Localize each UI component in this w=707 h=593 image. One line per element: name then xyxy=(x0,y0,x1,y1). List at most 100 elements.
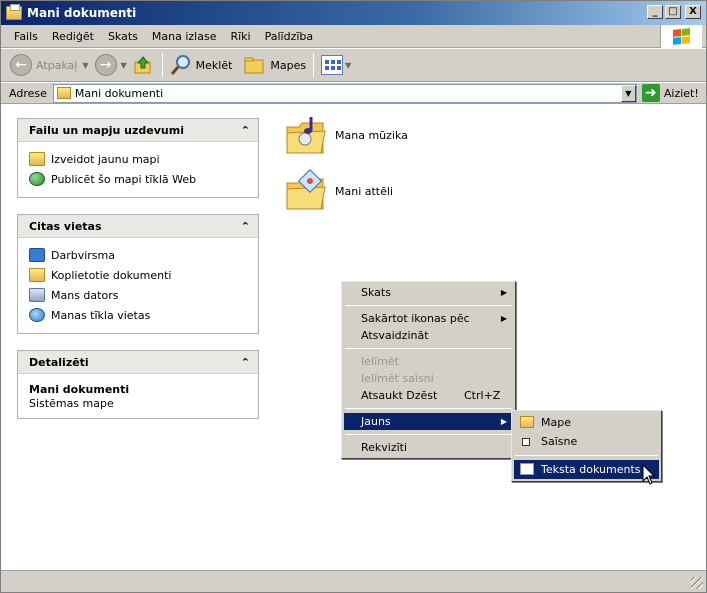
menu-item-undo-delete[interactable]: Atsaukt Dzēst Ctrl+Z xyxy=(344,387,513,404)
pane-title: Detalizēti xyxy=(29,355,89,369)
folder-icon xyxy=(6,4,22,20)
views-icon xyxy=(321,55,344,75)
details-type: Sistēmas mape xyxy=(29,397,114,410)
menu-item-properties[interactable]: Rekvizīti xyxy=(344,439,513,456)
back-arrow-icon: ← xyxy=(10,54,32,76)
menu-item-shortcut: Ctrl+Z xyxy=(464,389,501,402)
menu-file[interactable]: Fails xyxy=(7,30,45,43)
windows-flag-icon xyxy=(673,28,690,45)
my-pictures-folder[interactable]: Mani attēli xyxy=(285,169,393,213)
menu-item-label: Jauns xyxy=(361,415,391,428)
views-dropdown-icon[interactable]: ▼ xyxy=(345,61,351,70)
window-controls: _ □ X xyxy=(647,5,701,19)
new-folder-icon xyxy=(29,152,45,166)
submenu-arrow-icon: ▶ xyxy=(500,314,507,323)
submenu-item-text-document[interactable]: Teksta dokuments xyxy=(514,460,659,479)
status-bar xyxy=(1,570,706,592)
menu-item-arrange-icons[interactable]: Sakārtot ikonas pēc ▶ xyxy=(344,310,513,327)
address-input[interactable]: Mani dokumenti ▼ xyxy=(52,83,637,103)
forward-button[interactable]: → ▼ xyxy=(92,51,130,79)
menu-item-view[interactable]: Skats ▶ xyxy=(344,284,513,301)
search-icon xyxy=(170,55,190,75)
music-folder-icon xyxy=(286,117,326,154)
desktop-icon xyxy=(29,248,45,262)
link-label: Publicēt šo mapi tīklā Web xyxy=(51,172,197,186)
search-label: Meklēt xyxy=(195,58,233,72)
menu-item-label: Ielīmēt xyxy=(361,355,399,368)
title-bar[interactable]: Mani dokumenti _ □ X xyxy=(1,1,706,25)
other-places-header[interactable]: Citas vietas ⌃ xyxy=(18,215,258,238)
context-menu: Skats ▶ Sakārtot ikonas pēc ▶ Atsvaidzin… xyxy=(341,281,516,459)
my-music-folder[interactable]: Mana mūzika xyxy=(285,113,408,157)
go-arrow-icon: ➜ xyxy=(641,84,660,102)
back-dropdown-icon[interactable]: ▼ xyxy=(82,61,88,70)
folders-icon xyxy=(244,57,264,74)
menu-tools[interactable]: Rīki xyxy=(223,30,257,43)
details-name: Mani dokumenti xyxy=(29,383,130,396)
address-dropdown-icon[interactable]: ▼ xyxy=(620,84,636,102)
folder-icon xyxy=(56,87,71,99)
collapse-chevron-icon[interactable]: ⌃ xyxy=(241,124,250,137)
submenu-arrow-icon: ▶ xyxy=(500,417,507,426)
item-label: Mana mūzika xyxy=(335,128,408,142)
pictures-folder-icon xyxy=(286,169,326,210)
folder-icon xyxy=(29,268,45,282)
menu-item-label: Skats xyxy=(361,286,391,299)
maximize-button[interactable]: □ xyxy=(665,5,681,19)
collapse-chevron-icon[interactable]: ⌃ xyxy=(241,220,250,233)
menu-help[interactable]: Palīdzība xyxy=(258,30,321,43)
toolbar-separator xyxy=(313,53,315,77)
forward-dropdown-icon[interactable]: ▼ xyxy=(121,61,127,70)
menu-item-label: Ielīmēt saīsni xyxy=(361,372,434,385)
forward-arrow-icon: → xyxy=(94,54,117,76)
submenu-arrow-icon: ▶ xyxy=(500,288,507,297)
menu-view[interactable]: Skats xyxy=(101,30,145,43)
search-button[interactable]: Meklēt xyxy=(167,51,236,79)
file-tasks-pane: Failu un mapju uzdevumi ⌃ Izveidot jaunu… xyxy=(17,118,259,198)
go-button[interactable]: ➜ Aiziet! xyxy=(641,84,699,102)
address-bar: Adrese Mani dokumenti ▼ ➜ Aiziet! xyxy=(1,83,706,104)
file-tasks-header[interactable]: Failu un mapju uzdevumi ⌃ xyxy=(18,119,258,142)
submenu-item-folder[interactable]: Mape xyxy=(514,413,659,432)
pane-title: Citas vietas xyxy=(29,219,102,233)
new-folder-link[interactable]: Izveidot jaunu mapi xyxy=(29,149,247,169)
submenu-item-label: Saīsne xyxy=(541,435,578,448)
publish-web-link[interactable]: Publicēt šo mapi tīklā Web xyxy=(29,169,247,189)
desktop-link[interactable]: Darbvirsma xyxy=(29,245,247,265)
menu-item-label: Atsvaidzināt xyxy=(361,329,429,342)
window-title: Mani dokumenti xyxy=(27,6,137,20)
views-button[interactable]: ▼ xyxy=(318,51,354,79)
close-button[interactable]: X xyxy=(685,5,701,19)
folders-button[interactable]: Mapes xyxy=(241,51,309,79)
menu-edit[interactable]: Rediģēt xyxy=(45,30,101,43)
menu-item-new[interactable]: Jauns ▶ xyxy=(344,413,513,430)
up-button[interactable] xyxy=(130,51,158,79)
minimize-button[interactable]: _ xyxy=(647,5,663,19)
my-computer-link[interactable]: Mans dators xyxy=(29,285,247,305)
menu-item-paste-shortcut: Ielīmēt saīsni xyxy=(344,370,513,387)
menu-item-label: Atsaukt Dzēst xyxy=(361,389,438,402)
menu-separator xyxy=(515,455,658,456)
details-header[interactable]: Detalizēti ⌃ xyxy=(18,351,258,374)
menu-item-refresh[interactable]: Atsvaidzināt xyxy=(344,327,513,344)
link-label: Darbvirsma xyxy=(51,248,115,262)
menu-favorites[interactable]: Mana izlase xyxy=(145,30,224,43)
text-document-icon xyxy=(520,463,534,475)
menu-item-paste: Ielīmēt xyxy=(344,353,513,370)
go-label: Aiziet! xyxy=(663,86,699,100)
link-label: Izveidot jaunu mapi xyxy=(51,152,160,166)
network-places-link[interactable]: Manas tīkla vietas xyxy=(29,305,247,325)
submenu-item-shortcut[interactable]: Saīsne xyxy=(514,432,659,451)
back-label: Atpakaļ xyxy=(36,58,78,72)
menu-separator xyxy=(345,348,512,349)
shared-documents-link[interactable]: Koplietotie dokumenti xyxy=(29,265,247,285)
resize-grip-icon[interactable] xyxy=(691,577,703,589)
back-button[interactable]: ← Atpakaļ ▼ xyxy=(7,51,92,79)
collapse-chevron-icon[interactable]: ⌃ xyxy=(241,356,250,369)
link-label: Manas tīkla vietas xyxy=(51,308,151,322)
details-pane: Detalizēti ⌃ Mani dokumenti Sistēmas map… xyxy=(17,350,259,419)
pane-title: Failu un mapju uzdevumi xyxy=(29,123,184,137)
link-label: Koplietotie dokumenti xyxy=(51,268,172,282)
menu-separator xyxy=(345,305,512,306)
item-label: Mani attēli xyxy=(335,184,394,198)
